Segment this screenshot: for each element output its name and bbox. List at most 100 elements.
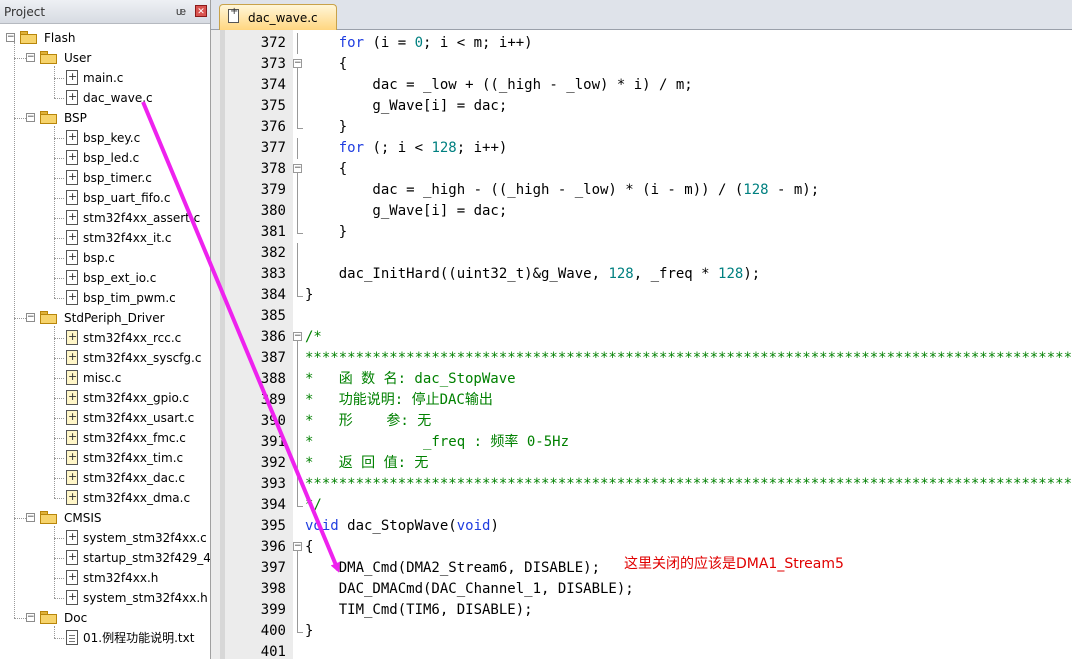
tree-file-item[interactable]: main.c — [0, 67, 210, 88]
collapse-icon[interactable]: − — [6, 33, 15, 42]
code-line[interactable]: 379 dac = _high - ((_high - _low) * (i -… — [261, 180, 1072, 201]
tree-file-item[interactable]: bsp_led.c — [0, 147, 210, 168]
code-token: } — [305, 623, 314, 639]
tree-file-item[interactable]: system_stm32f4xx.h — [0, 587, 210, 608]
c-file-icon — [66, 207, 78, 227]
tree-file-item[interactable]: dac_wave.c — [0, 87, 210, 108]
code-comment: /* — [305, 329, 322, 345]
annotation-note: 这里关闭的应该是DMA1_Stream5 — [624, 556, 844, 572]
tree-group-item[interactable]: − Flash — [0, 28, 210, 48]
tree-file-item[interactable]: stm32f4xx.h — [0, 567, 210, 588]
tree-file-item[interactable]: stm32f4xx_dac.c — [0, 467, 210, 488]
code-line[interactable]: 382 — [261, 243, 1072, 264]
tree-file-item[interactable]: stm32f4xx_dma.c — [0, 487, 210, 508]
code-line[interactable]: 389 * 功能说明: 停止DAC输出 — [261, 390, 1072, 411]
code-line[interactable]: 388 * 函 数 名: dac_StopWave — [261, 369, 1072, 390]
close-icon[interactable]: ✕ — [195, 5, 207, 17]
code-line[interactable]: 377 for (; i < 128; i++) — [261, 138, 1072, 159]
fold-collapse-icon[interactable]: − — [293, 59, 302, 68]
code-comment: * 形 参: 无 — [305, 413, 432, 429]
c-file-icon — [66, 367, 78, 387]
tree-file-item[interactable]: stm32f4xx_rcc.c — [0, 327, 210, 348]
code-keyword: for — [338, 140, 365, 156]
code-number: 128 — [431, 140, 457, 156]
collapse-icon[interactable]: − — [26, 313, 35, 322]
code-line[interactable]: 375 g_Wave[i] = dac; — [261, 96, 1072, 117]
tree-group-item[interactable]: − CMSIS — [0, 508, 210, 528]
code-line[interactable]: 378− { — [261, 159, 1072, 180]
code-line[interactable]: 398 DAC_DMACmd(DAC_Channel_1, DISABLE); — [261, 579, 1072, 600]
collapse-icon[interactable]: − — [26, 53, 35, 62]
code-line-text: DAC_DMACmd(DAC_Channel_1, DISABLE); — [305, 579, 634, 600]
tree-item-label: bsp_tim_pwm.c — [83, 291, 176, 305]
code-line[interactable]: 395 void dac_StopWave(void) — [261, 516, 1072, 537]
fold-collapse-icon[interactable]: − — [293, 164, 302, 173]
pin-icon[interactable]: ᵫ — [176, 5, 186, 18]
tree-file-item[interactable]: stm32f4xx_gpio.c — [0, 387, 210, 408]
tree-file-item[interactable]: stm32f4xx_tim.c — [0, 447, 210, 468]
fold-collapse-icon[interactable]: − — [293, 542, 302, 551]
code-line-text: /* — [305, 327, 322, 348]
tree-file-item[interactable]: 01.例程功能说明.txt — [0, 628, 210, 648]
code-token: } — [305, 119, 348, 135]
code-line[interactable]: 380 g_Wave[i] = dac; — [261, 201, 1072, 222]
tree-group-item[interactable]: − Doc — [0, 608, 210, 628]
code-line[interactable]: 384} — [261, 285, 1072, 306]
collapse-icon[interactable]: − — [26, 113, 35, 122]
tree-file-item[interactable]: bsp_timer.c — [0, 167, 210, 188]
code-line[interactable]: 386−/* — [261, 327, 1072, 348]
tree-file-item[interactable]: stm32f4xx_fmc.c — [0, 427, 210, 448]
tree-item-label: bsp.c — [83, 251, 115, 265]
code-line[interactable]: 401 — [261, 642, 1072, 663]
tree-file-item[interactable]: misc.c — [0, 367, 210, 388]
tree-file-item[interactable]: system_stm32f4xx.c — [0, 527, 210, 548]
tree-file-item[interactable]: stm32f4xx_usart.c — [0, 407, 210, 428]
code-line[interactable]: 385 — [261, 306, 1072, 327]
tree-file-item[interactable]: startup_stm32f429_43 — [0, 547, 210, 568]
editor-tab-bar: dac_wave.c — [211, 0, 1072, 30]
code-line-text: * 形 参: 无 — [305, 411, 431, 432]
tree-group-item[interactable]: − StdPeriph_Driver — [0, 308, 210, 328]
tree-item-label: stm32f4xx_syscfg.c — [83, 351, 202, 365]
c-file-icon — [66, 387, 78, 407]
code-line[interactable]: 373− { — [261, 54, 1072, 75]
code-line[interactable]: 394 */ — [261, 495, 1072, 516]
code-line[interactable]: 381 } — [261, 222, 1072, 243]
code-line[interactable]: 390 * 形 参: 无 — [261, 411, 1072, 432]
code-token: dac_InitHard((uint32_t)&g_Wave, — [305, 266, 609, 282]
line-number: 374 — [260, 77, 286, 93]
code-line[interactable]: 374 dac = _low + ((_high - _low) * i) / … — [261, 75, 1072, 96]
tree-group-item[interactable]: − User — [0, 48, 210, 68]
line-number: 387 — [260, 350, 286, 366]
tree-file-item[interactable]: bsp_uart_fifo.c — [0, 187, 210, 208]
tree-file-item[interactable]: bsp_tim_pwm.c — [0, 287, 210, 308]
line-number: 381 — [260, 224, 286, 240]
code-line[interactable]: 372 for (i = 0; i < m; i++) — [261, 33, 1072, 54]
tree-file-item[interactable]: bsp_key.c — [0, 127, 210, 148]
tree-file-item[interactable]: stm32f4xx_assert.c — [0, 207, 210, 228]
tree-file-item[interactable]: bsp_ext_io.c — [0, 267, 210, 288]
tree-file-item[interactable]: stm32f4xx_syscfg.c — [0, 347, 210, 368]
tree-file-item[interactable]: stm32f4xx_it.c — [0, 227, 210, 248]
code-token: g_Wave[i] = dac; — [305, 98, 508, 114]
code-line[interactable]: 391 * _freq : 频率 0-5Hz — [261, 432, 1072, 453]
code-line[interactable]: 383 dac_InitHard((uint32_t)&g_Wave, 128,… — [261, 264, 1072, 285]
fold-collapse-icon[interactable]: − — [293, 332, 302, 341]
collapse-icon[interactable]: − — [26, 513, 35, 522]
code-comment: * _freq : 频率 0-5Hz — [305, 434, 570, 450]
code-line[interactable]: 387 *************************************… — [261, 348, 1072, 369]
tree-group-item[interactable]: − BSP — [0, 108, 210, 128]
code-line[interactable]: 376 } — [261, 117, 1072, 138]
tree-file-item[interactable]: bsp.c — [0, 247, 210, 268]
code-line-text: dac_InitHard((uint32_t)&g_Wave, 128, _fr… — [305, 264, 760, 285]
code-token: dac = _low + ((_high - _low) * i) / m; — [305, 77, 693, 93]
code-line[interactable]: 400} — [261, 621, 1072, 642]
code-line-text: } — [305, 222, 347, 243]
code-line[interactable]: 393 *************************************… — [261, 474, 1072, 495]
code-line[interactable]: 399 TIM_Cmd(TIM6, DISABLE); — [261, 600, 1072, 621]
tab-dac-wave[interactable]: dac_wave.c — [219, 4, 337, 30]
code-line-text: * _freq : 频率 0-5Hz — [305, 432, 569, 453]
c-file-icon — [66, 407, 78, 427]
code-line[interactable]: 392 * 返 回 值: 无 — [261, 453, 1072, 474]
collapse-icon[interactable]: − — [26, 613, 35, 622]
